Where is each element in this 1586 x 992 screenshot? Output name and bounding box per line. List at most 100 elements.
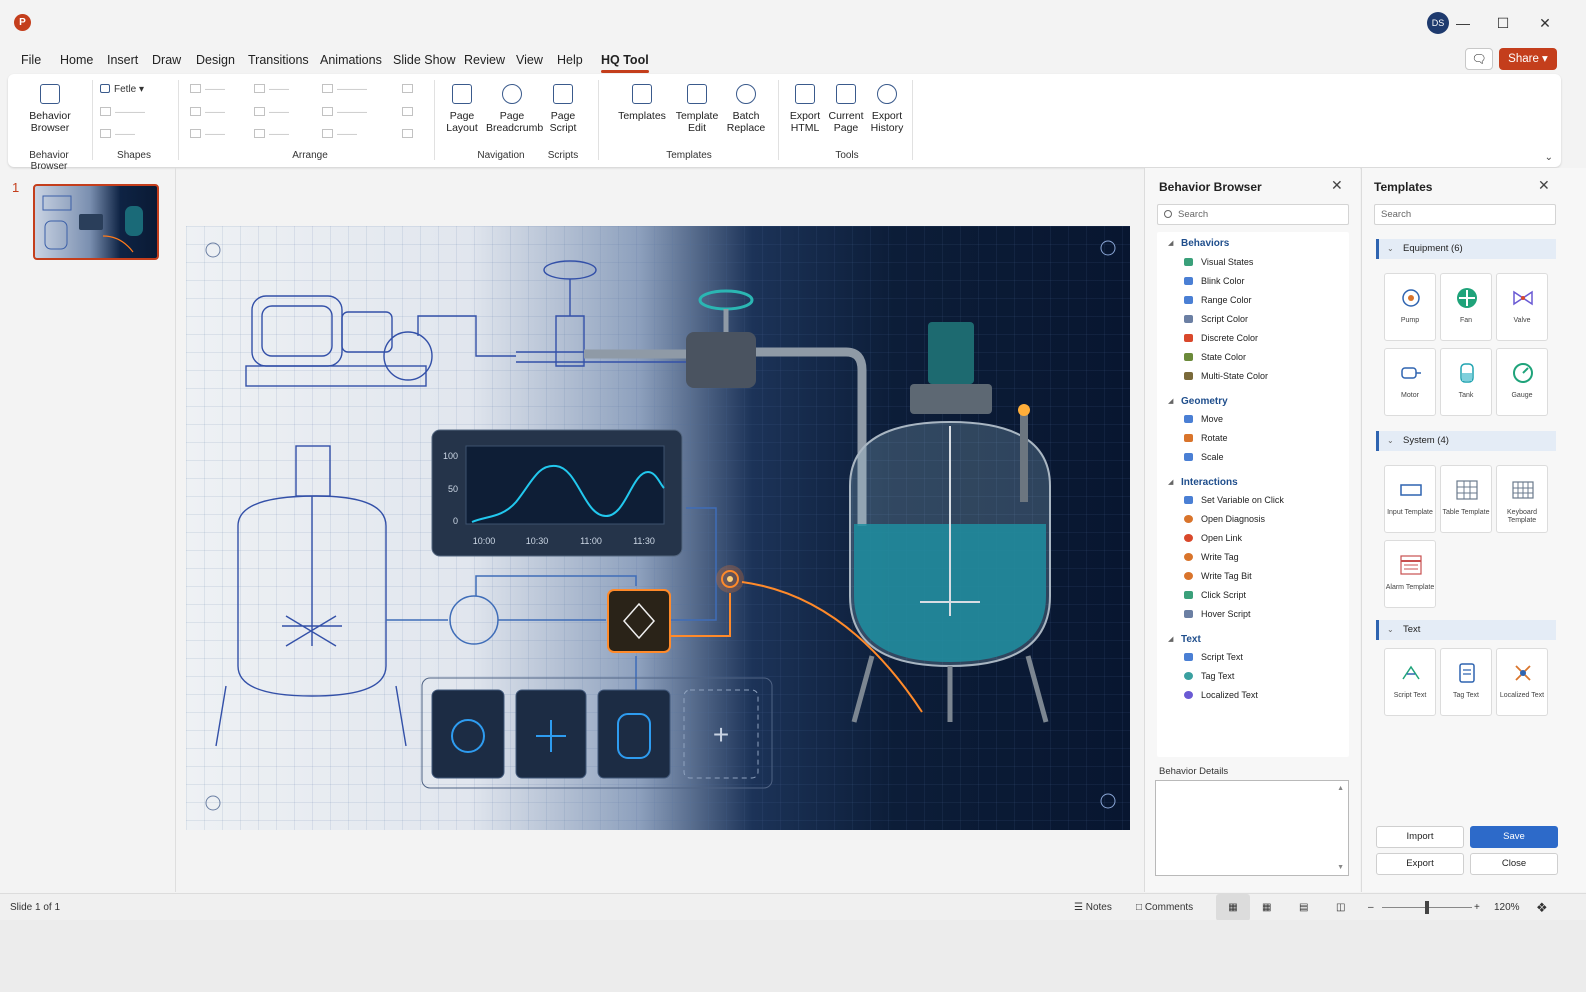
- section-system[interactable]: ⌄ System (4): [1376, 431, 1556, 451]
- tab-transitions[interactable]: Transitions: [248, 48, 309, 72]
- behavior-write-tag[interactable]: Write Tag: [1184, 551, 1239, 563]
- expand-behaviors-icon[interactable]: ◢: [1168, 239, 1173, 247]
- templates-button[interactable]: Templates: [616, 84, 668, 122]
- behavior-move[interactable]: Move: [1184, 413, 1223, 425]
- tab-draw[interactable]: Draw: [152, 48, 181, 72]
- template-alarm[interactable]: Alarm Template: [1384, 540, 1436, 608]
- tab-slide-show[interactable]: Slide Show: [393, 48, 456, 72]
- behavior-blink-color[interactable]: Blink Color: [1184, 275, 1245, 287]
- minimize-icon[interactable]: —: [1448, 10, 1478, 36]
- behavior-localized-text[interactable]: Localized Text: [1184, 689, 1258, 701]
- behavior-rotate[interactable]: Rotate: [1184, 432, 1228, 444]
- section-equipment[interactable]: ⌄ Equipment (6): [1376, 239, 1556, 259]
- template-fan[interactable]: Fan: [1440, 273, 1492, 341]
- template-tank[interactable]: Tank: [1440, 348, 1492, 416]
- expand-text-icon[interactable]: ◢: [1168, 635, 1173, 643]
- close-behavior-browser-icon[interactable]: ✕: [1331, 177, 1343, 194]
- templates-search-input[interactable]: Search: [1374, 204, 1556, 225]
- template-table[interactable]: Table Template: [1440, 465, 1492, 533]
- zoom-level[interactable]: 120%: [1494, 894, 1520, 921]
- template-localized-text[interactable]: Localized Text: [1496, 648, 1548, 716]
- behavior-search-input[interactable]: Search: [1157, 204, 1349, 225]
- batch-replace-button[interactable]: Batch Replace: [724, 84, 768, 134]
- import-button[interactable]: Import: [1376, 826, 1464, 848]
- expand-geometry-icon[interactable]: ◢: [1168, 397, 1173, 405]
- scroll-up-icon[interactable]: ▲: [1337, 785, 1344, 792]
- tab-animations[interactable]: Animations: [320, 48, 382, 72]
- maximize-icon[interactable]: ☐: [1488, 10, 1518, 36]
- expand-interactions-icon[interactable]: ◢: [1168, 478, 1173, 486]
- behavior-range-color[interactable]: Range Color: [1184, 294, 1252, 306]
- behavior-discrete-color[interactable]: Discrete Color: [1184, 332, 1258, 344]
- template-edit-button[interactable]: Template Edit: [672, 84, 722, 134]
- behavior-set-variable-on-click[interactable]: Set Variable on Click: [1184, 494, 1284, 506]
- zoom-in-icon[interactable]: +: [1474, 894, 1480, 921]
- page-layout-button[interactable]: Page Layout: [442, 84, 482, 134]
- tab-help[interactable]: Help: [557, 48, 583, 72]
- tab-file[interactable]: File: [21, 48, 41, 72]
- current-page-button[interactable]: Current Page: [826, 84, 866, 134]
- template-keyboard[interactable]: Keyboard Template: [1496, 465, 1548, 533]
- template-script-text[interactable]: Script Text: [1384, 648, 1436, 716]
- slide-canvas[interactable]: 100 50 0 10:00 10:30 11:00 11:30 +: [186, 226, 1130, 830]
- close-window-icon[interactable]: ✕: [1530, 10, 1560, 36]
- behavior-write-tag-bit[interactable]: Write Tag Bit: [1184, 570, 1252, 582]
- comments-button[interactable]: □ Comments: [1136, 894, 1193, 921]
- notes-button[interactable]: ☰ Notes: [1074, 894, 1112, 921]
- page-script-button[interactable]: Page Script: [544, 84, 582, 134]
- reading-view-icon[interactable]: ▤: [1299, 894, 1308, 921]
- tab-view[interactable]: View: [516, 48, 543, 72]
- tab-design[interactable]: Design: [196, 48, 235, 72]
- tab-insert[interactable]: Insert: [107, 48, 138, 72]
- behavior-browser-button[interactable]: Behavior Browser: [18, 84, 82, 134]
- template-tag-text[interactable]: Tag Text: [1440, 648, 1492, 716]
- export-history-button[interactable]: Export History: [868, 84, 906, 134]
- template-valve[interactable]: Valve: [1496, 273, 1548, 341]
- tab-review[interactable]: Review: [464, 48, 505, 72]
- template-pump[interactable]: Pump: [1384, 273, 1436, 341]
- share-button[interactable]: Share ▾: [1499, 48, 1557, 70]
- behavior-script-color[interactable]: Script Color: [1184, 313, 1248, 325]
- template-input[interactable]: Input Template: [1384, 465, 1436, 533]
- slide-thumbnail[interactable]: [33, 184, 159, 260]
- behavior-state-color[interactable]: State Color: [1184, 351, 1246, 363]
- export-button[interactable]: Export: [1376, 853, 1464, 875]
- behavior-multi-state-color[interactable]: Multi-State Color: [1184, 370, 1268, 382]
- behavior-script-text[interactable]: Script Text: [1184, 651, 1243, 663]
- shape-font-dropdown[interactable]: Fetle ▾: [100, 84, 144, 95]
- behavior-tag-text[interactable]: Tag Text: [1184, 670, 1234, 682]
- user-avatar[interactable]: DS: [1427, 12, 1449, 34]
- palette-tank-tile[interactable]: [597, 689, 671, 779]
- scroll-down-icon[interactable]: ▼: [1337, 864, 1344, 871]
- slide-sorter-icon[interactable]: ▦: [1262, 894, 1271, 921]
- behavior-visual-states[interactable]: Visual States: [1184, 256, 1253, 268]
- comments-icon[interactable]: 🗨: [1465, 48, 1493, 70]
- page-breadcrumb-button[interactable]: Page Breadcrumb: [486, 84, 543, 134]
- behavior-open-diagnosis[interactable]: Open Diagnosis: [1184, 513, 1265, 525]
- category-interactions[interactable]: Interactions: [1181, 477, 1238, 488]
- close-templates-icon[interactable]: ✕: [1538, 177, 1550, 194]
- template-gauge[interactable]: Gauge: [1496, 348, 1548, 416]
- behavior-open-link[interactable]: Open Link: [1184, 532, 1242, 544]
- zoom-out-icon[interactable]: –: [1368, 894, 1374, 921]
- zoom-slider-thumb[interactable]: [1425, 901, 1429, 914]
- category-geometry[interactable]: Geometry: [1181, 396, 1228, 407]
- behavior-details-textarea[interactable]: ▲ ▼: [1155, 780, 1349, 876]
- collapse-ribbon-icon[interactable]: ⌄: [1545, 152, 1553, 163]
- close-button[interactable]: Close: [1470, 853, 1558, 875]
- category-text[interactable]: Text: [1181, 634, 1201, 645]
- presenter-view-icon[interactable]: ◫: [1336, 894, 1345, 921]
- tab-home[interactable]: Home: [60, 48, 93, 72]
- section-text[interactable]: ⌄ Text: [1376, 620, 1556, 640]
- normal-view-icon[interactable]: ▦: [1216, 894, 1250, 921]
- fit-to-window-icon[interactable]: ❖: [1536, 894, 1548, 921]
- save-button[interactable]: Save: [1470, 826, 1558, 848]
- palette-pump-tile[interactable]: [431, 689, 505, 779]
- behavior-hover-script[interactable]: Hover Script: [1184, 608, 1251, 620]
- template-motor[interactable]: Motor: [1384, 348, 1436, 416]
- behavior-click-script[interactable]: Click Script: [1184, 589, 1246, 601]
- tab-hq-tool[interactable]: HQ Tool: [601, 48, 649, 73]
- behavior-scale[interactable]: Scale: [1184, 451, 1224, 463]
- category-behaviors[interactable]: Behaviors: [1181, 238, 1229, 249]
- export-html-button[interactable]: Export HTML: [786, 84, 824, 134]
